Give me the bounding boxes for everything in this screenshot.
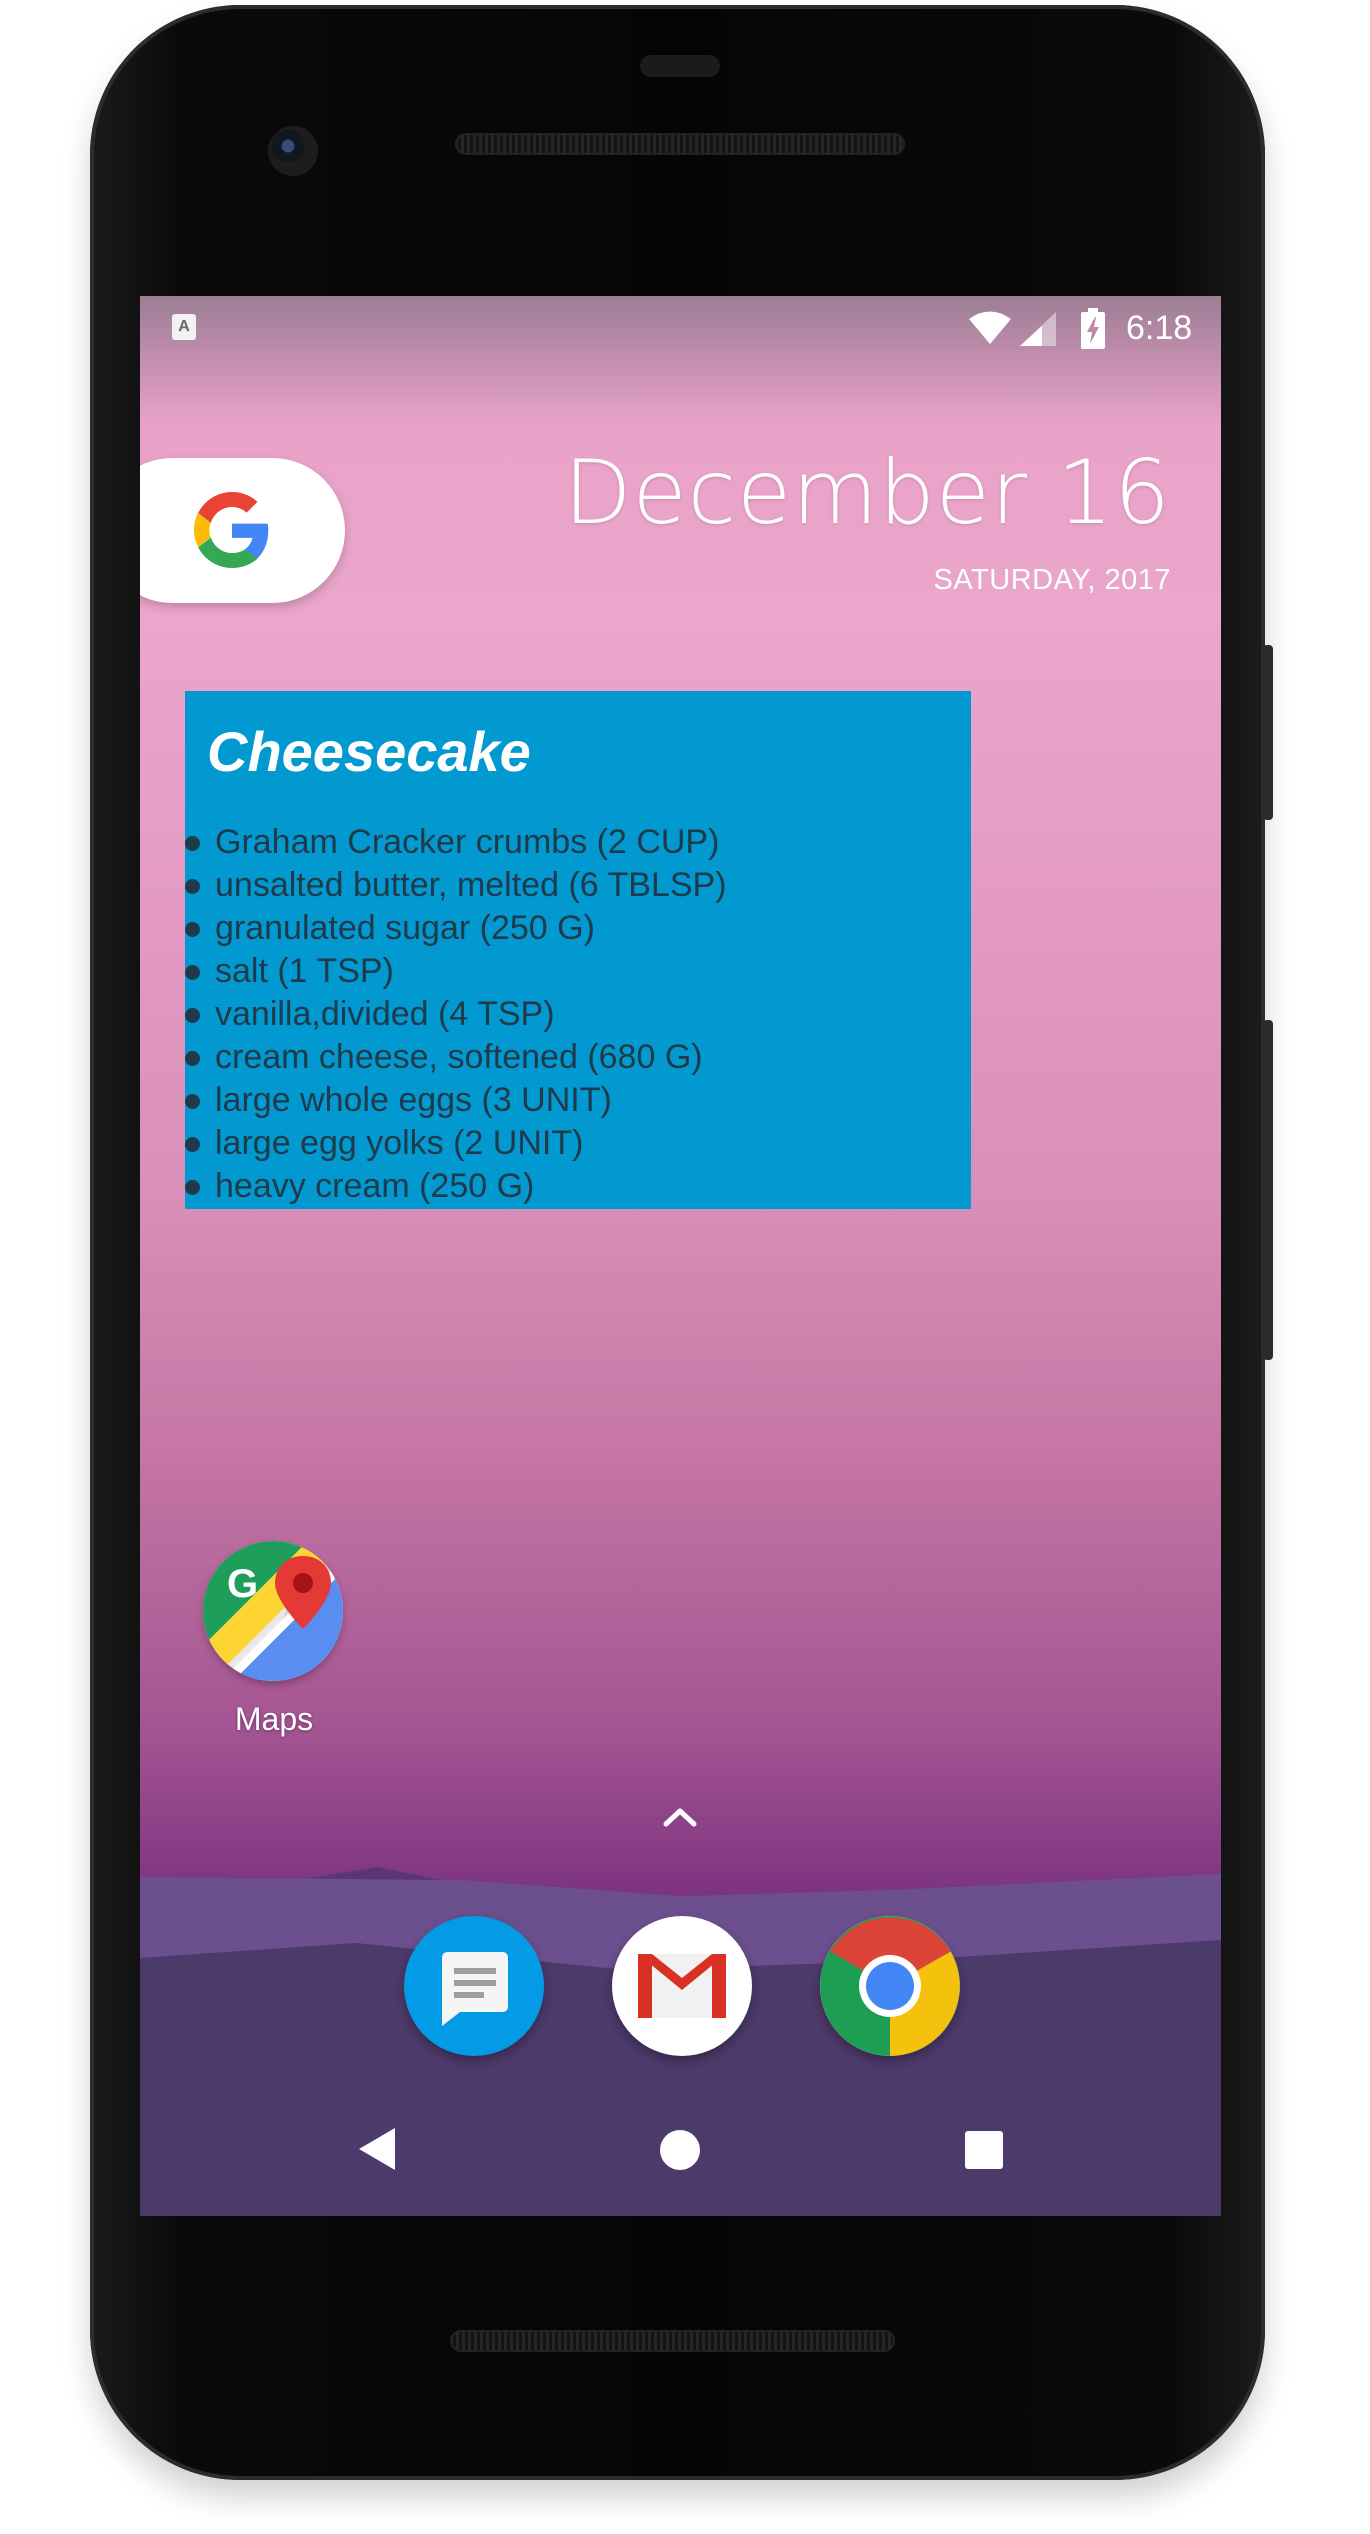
app-shortcut-maps[interactable]: G Maps bbox=[188, 1541, 360, 1761]
ingredient-text: unsalted butter, melted (6 TBLSP) bbox=[215, 866, 727, 904]
bullet-icon bbox=[185, 836, 200, 851]
ingredient-text: cream cheese, softened (680 G) bbox=[215, 1038, 703, 1076]
wifi-icon bbox=[969, 311, 1011, 344]
back-button[interactable] bbox=[355, 2126, 399, 2172]
ingredient-text: large egg yolks (2 UNIT) bbox=[215, 1124, 584, 1162]
power-button bbox=[1263, 645, 1273, 820]
bullet-icon bbox=[185, 1180, 200, 1195]
recipe-title: Cheesecake bbox=[207, 720, 531, 783]
messages-icon[interactable] bbox=[404, 1916, 544, 2056]
earpiece-speaker bbox=[455, 133, 905, 155]
chrome-icon[interactable] bbox=[820, 1916, 960, 2056]
ingredient-text: heavy cream (250 G) bbox=[215, 1167, 535, 1205]
battery-charging-icon bbox=[1081, 308, 1105, 349]
google-g-icon bbox=[194, 492, 269, 568]
list-item: unsalted butter, melted (6 TBLSP) bbox=[185, 864, 727, 907]
list-item: large whole eggs (3 UNIT) bbox=[185, 1079, 727, 1122]
google-search-widget[interactable] bbox=[140, 458, 345, 603]
list-item: heavy cream (250 G) bbox=[185, 1165, 727, 1208]
chevron-up-icon[interactable] bbox=[660, 1804, 700, 1830]
bottom-speaker bbox=[450, 2330, 895, 2352]
ingredient-text: vanilla,divided (4 TSP) bbox=[215, 995, 555, 1033]
device-mockup: A 6:18 December 16 SATURDAY, 2017 Cheese… bbox=[0, 0, 1370, 2534]
status-bar: A 6:18 bbox=[140, 296, 1221, 360]
list-item: granulated sugar (250 G) bbox=[185, 907, 727, 950]
date-text[interactable]: December 16 bbox=[564, 441, 1171, 544]
home-screen: A 6:18 December 16 SATURDAY, 2017 Cheese… bbox=[140, 296, 1221, 2216]
ingredient-text: salt (1 TSP) bbox=[215, 952, 394, 990]
volume-rocker bbox=[1263, 1020, 1273, 1360]
bullet-icon bbox=[185, 879, 200, 894]
list-item: large egg yolks (2 UNIT) bbox=[185, 1122, 727, 1165]
status-time: 6:18 bbox=[1126, 309, 1193, 347]
ingredient-list: Graham Cracker crumbs (2 CUP) unsalted b… bbox=[185, 821, 727, 1208]
bullet-icon bbox=[185, 1051, 200, 1066]
recipe-widget[interactable]: Cheesecake Graham Cracker crumbs (2 CUP)… bbox=[185, 691, 971, 1209]
bullet-icon bbox=[185, 965, 200, 980]
front-camera bbox=[268, 126, 318, 176]
list-item: vanilla,divided (4 TSP) bbox=[185, 993, 727, 1036]
svg-text:G: G bbox=[227, 1562, 258, 1606]
google-maps-icon: G bbox=[203, 1541, 343, 1681]
app-label: Maps bbox=[234, 1701, 314, 1737]
ingredient-text: large whole eggs (3 UNIT) bbox=[215, 1081, 612, 1119]
bullet-icon bbox=[185, 1137, 200, 1152]
list-item: Graham Cracker crumbs (2 CUP) bbox=[185, 821, 727, 864]
home-button[interactable] bbox=[660, 2130, 700, 2170]
ingredient-text: Graham Cracker crumbs (2 CUP) bbox=[215, 823, 720, 861]
recents-button[interactable] bbox=[965, 2131, 1003, 2169]
sensor-slot bbox=[640, 55, 720, 77]
bullet-icon bbox=[185, 1008, 200, 1023]
signal-icon bbox=[1020, 312, 1056, 346]
list-item: salt (1 TSP) bbox=[185, 950, 727, 993]
weekday-year-text: SATURDAY, 2017 bbox=[933, 564, 1171, 596]
gmail-icon[interactable] bbox=[612, 1916, 752, 2056]
notification-icon: A bbox=[172, 314, 196, 340]
bullet-icon bbox=[185, 922, 200, 937]
bullet-icon bbox=[185, 1094, 200, 1109]
ingredient-text: granulated sugar (250 G) bbox=[215, 909, 595, 947]
list-item: cream cheese, softened (680 G) bbox=[185, 1036, 727, 1079]
